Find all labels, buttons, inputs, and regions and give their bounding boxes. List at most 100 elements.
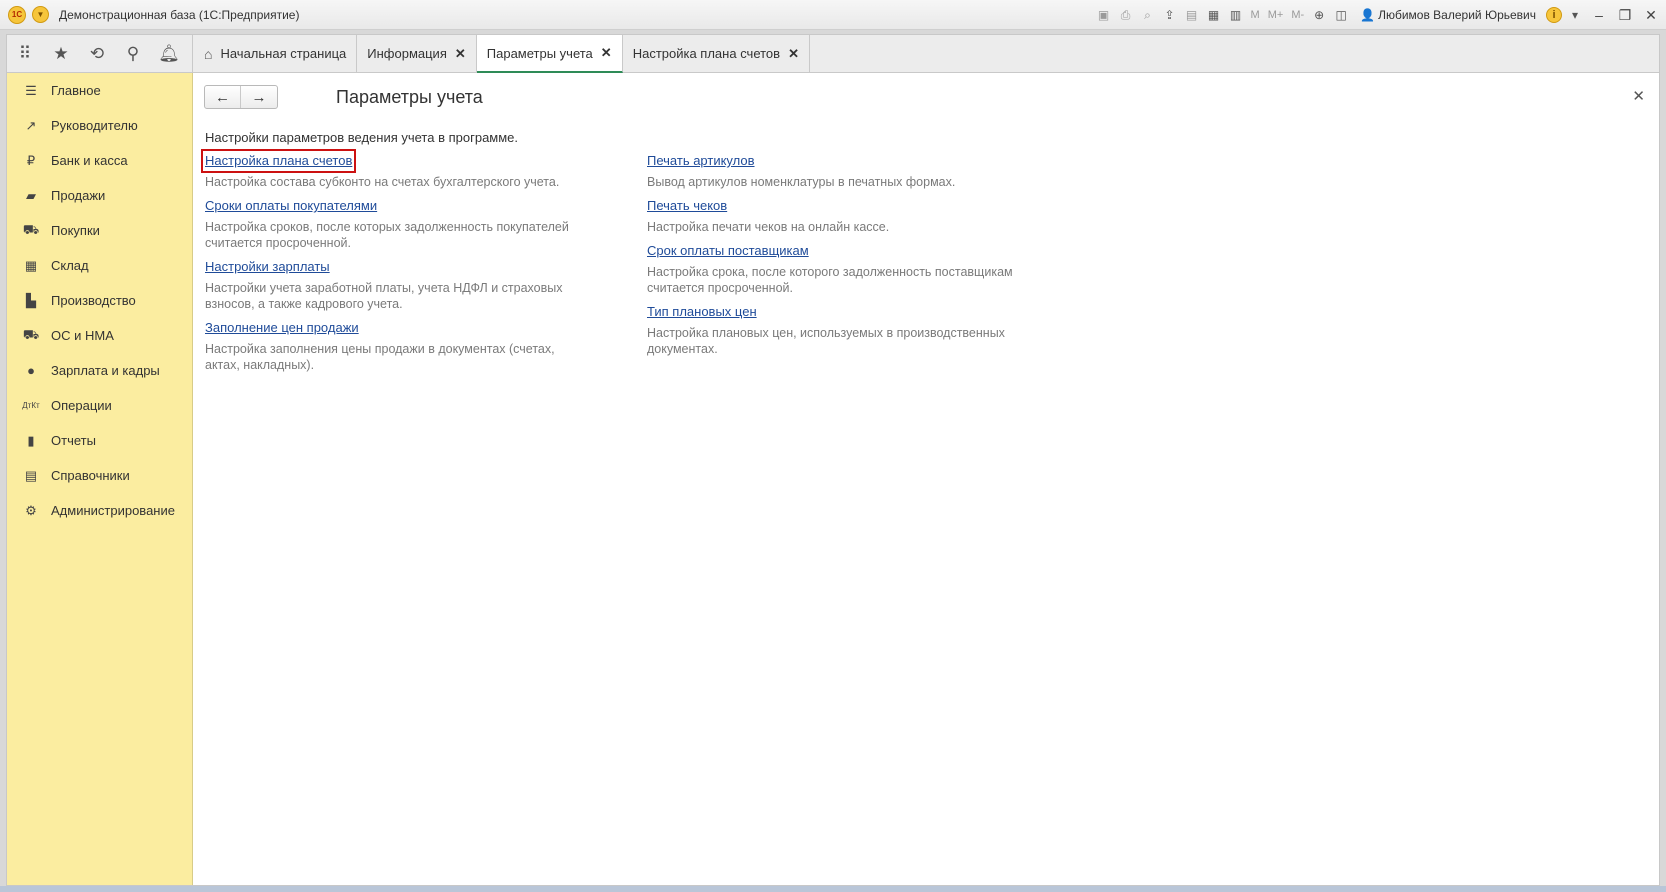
intro-text: Настройки параметров ведения учета в про…	[205, 130, 519, 145]
panel-icon[interactable]: ◫	[1332, 6, 1350, 24]
print-articles-link[interactable]: Печать артикулов	[647, 153, 755, 169]
sidebar-item-bank[interactable]: ₽ Банк и касса	[7, 143, 192, 178]
gear-icon: ⚙	[25, 502, 37, 518]
page-title: Параметры учета	[336, 87, 483, 107]
close-icon[interactable]: ✕	[601, 45, 612, 61]
settings-column-left: Настройка плана счетов Настройка состава…	[200, 149, 585, 381]
sidebar-item-main[interactable]: ☰ Главное	[7, 73, 192, 108]
supplier-payment-terms-link[interactable]: Срок оплаты поставщикам	[647, 243, 809, 259]
menu-icon: ☰	[25, 82, 37, 98]
user-label: Любимов Валерий Юрьевич	[1378, 8, 1536, 22]
list-item: Печать артикулов Вывод артикулов номенкл…	[647, 153, 1027, 190]
factory-icon: ▙	[26, 292, 36, 308]
sidebar-item-label: Покупки	[51, 223, 100, 238]
sidebar-item-salary[interactable]: ● Зарплата и кадры	[7, 353, 192, 388]
apps-grid-icon[interactable]: ⠿	[7, 36, 43, 72]
tab-label: Параметры учета	[486, 45, 593, 61]
restore-icon[interactable]: ❐	[1614, 7, 1636, 24]
list-item: Тип плановых цен Настройка плановых цен,…	[647, 304, 1027, 357]
close-icon[interactable]: ✕	[455, 46, 466, 62]
sidebar-item-label: Справочники	[51, 468, 130, 483]
item-description: Настройки учета заработной платы, учета …	[205, 281, 563, 311]
list-item: Сроки оплаты покупателями Настройка срок…	[205, 198, 585, 251]
close-window-icon[interactable]: ✕	[1640, 7, 1662, 24]
quick-actions: ⠿ ★ ⟲ ⚲ 🔔︎	[7, 35, 193, 72]
back-arrow-icon[interactable]: ←	[205, 86, 241, 108]
tab-label: Начальная страница	[220, 46, 347, 61]
sidebar: ☰ Главное ↗ Руководителю ₽ Банк и касса ▰ Пр…	[7, 73, 193, 885]
sales-prices-link[interactable]: Заполнение цен продажи	[205, 320, 359, 336]
chart-of-accounts-link[interactable]: Настройка плана счетов	[200, 149, 357, 173]
list-item: Печать чеков Настройка печати чеков на о…	[647, 198, 1027, 235]
sidebar-item-label: Склад	[51, 258, 89, 273]
user-name[interactable]: 👤 Любимов Валерий Юрьевич	[1360, 8, 1536, 22]
sidebar-item-sales[interactable]: ▰ Продажи	[7, 178, 192, 213]
sidebar-item-operations[interactable]: ДтКт Операции	[7, 388, 192, 423]
forward-arrow-icon[interactable]: →	[241, 86, 277, 108]
trend-icon: ↗	[25, 117, 37, 133]
item-description: Настройка плановых цен, используемых в п…	[647, 326, 1005, 356]
list-item: Настройки зарплаты Настройки учета зараб…	[205, 259, 585, 312]
ruble-icon: ₽	[26, 152, 36, 168]
dt-kt-icon: ДтКт	[22, 401, 40, 410]
info-icon[interactable]: i	[1546, 7, 1562, 23]
sidebar-item-label: Банк и касса	[51, 153, 128, 168]
top-toolbar: ⠿ ★ ⟲ ⚲ 🔔︎ ⌂ Начальная страница Информац…	[7, 35, 1659, 73]
sidebar-item-production[interactable]: ▙ Производство	[7, 283, 192, 318]
truck-icon: ⛟	[22, 326, 40, 342]
content-area: ← → Параметры учета ✕ Настройки параметр…	[194, 73, 1659, 885]
sidebar-item-warehouse[interactable]: ▦ Склад	[7, 248, 192, 283]
main-window: ⠿ ★ ⟲ ⚲ 🔔︎ ⌂ Начальная страница Информац…	[6, 34, 1660, 886]
minimize-icon[interactable]: –	[1588, 7, 1610, 23]
save-icon[interactable]: ▣	[1095, 6, 1113, 24]
search-icon[interactable]: ⚲	[115, 36, 151, 72]
bar-chart-icon: ▮	[27, 432, 35, 448]
sidebar-item-admin[interactable]: ⚙ Администрирование	[7, 493, 192, 528]
calculator-icon[interactable]: ▦	[1205, 6, 1223, 24]
sidebar-item-label: Операции	[51, 398, 112, 413]
sidebar-item-manager[interactable]: ↗ Руководителю	[7, 108, 192, 143]
preview-icon[interactable]: ⌕	[1139, 6, 1157, 24]
planned-prices-type-link[interactable]: Тип плановых цен	[647, 304, 757, 320]
sidebar-item-purchases[interactable]: ⛟ Покупки	[7, 213, 192, 248]
tab-accounting-params[interactable]: Параметры учета ✕	[476, 35, 623, 73]
person-icon: ●	[27, 363, 35, 378]
sidebar-item-label: ОС и НМА	[51, 328, 114, 343]
taskbar-strip	[0, 886, 1666, 892]
memory-minus-button[interactable]: M-	[1289, 9, 1306, 21]
sidebar-item-catalogs[interactable]: ▤ Справочники	[7, 458, 192, 493]
print-receipts-link[interactable]: Печать чеков	[647, 198, 727, 214]
user-icon: 👤	[1360, 8, 1376, 22]
favorites-star-icon[interactable]: ★	[43, 36, 79, 72]
bag-icon: ▰	[26, 187, 36, 203]
bell-icon[interactable]: 🔔︎	[151, 36, 187, 72]
item-description: Вывод артикулов номенклатуры в печатных …	[647, 175, 956, 189]
tab-info[interactable]: Информация ✕	[357, 35, 477, 72]
memory-plus-button[interactable]: M+	[1266, 9, 1286, 21]
sidebar-item-reports[interactable]: ▮ Отчеты	[7, 423, 192, 458]
upload-icon[interactable]: ⇪	[1161, 6, 1179, 24]
sidebar-item-label: Отчеты	[51, 433, 96, 448]
history-icon[interactable]: ⟲	[79, 36, 115, 72]
print-icon[interactable]: ⎙	[1117, 6, 1135, 24]
app-title: Демонстрационная база (1С:Предприятие)	[59, 7, 300, 22]
cart-icon: ⛟	[22, 221, 40, 237]
attach-icon[interactable]: ▤	[1183, 6, 1201, 24]
customer-payment-terms-link[interactable]: Сроки оплаты покупателями	[205, 198, 377, 214]
zoom-icon[interactable]: ⊕	[1310, 6, 1328, 24]
tab-chart-of-accounts[interactable]: Настройка плана счетов ✕	[622, 35, 810, 72]
calendar-icon[interactable]: ▥	[1227, 6, 1245, 24]
tab-home[interactable]: ⌂ Начальная страница	[194, 35, 358, 72]
close-icon[interactable]: ✕	[1632, 87, 1645, 105]
tab-bar: ⌂ Начальная страница Информация ✕ Параме…	[194, 35, 810, 73]
chevron-down-icon[interactable]: ▾	[1566, 6, 1584, 24]
item-description: Настройка сроков, после которых задолжен…	[205, 220, 569, 250]
title-bar: 1С ▼ Демонстрационная база (1С:Предприят…	[0, 0, 1666, 30]
main-menu-button[interactable]: ▼	[32, 6, 49, 23]
item-description: Настройка состава субконто на счетах бух…	[205, 175, 560, 189]
settings-column-right: Печать артикулов Вывод артикулов номенкл…	[647, 153, 1027, 365]
memory-button[interactable]: M	[1249, 9, 1262, 21]
close-icon[interactable]: ✕	[788, 46, 799, 62]
salary-settings-link[interactable]: Настройки зарплаты	[205, 259, 330, 275]
sidebar-item-assets[interactable]: ⛟ ОС и НМА	[7, 318, 192, 353]
